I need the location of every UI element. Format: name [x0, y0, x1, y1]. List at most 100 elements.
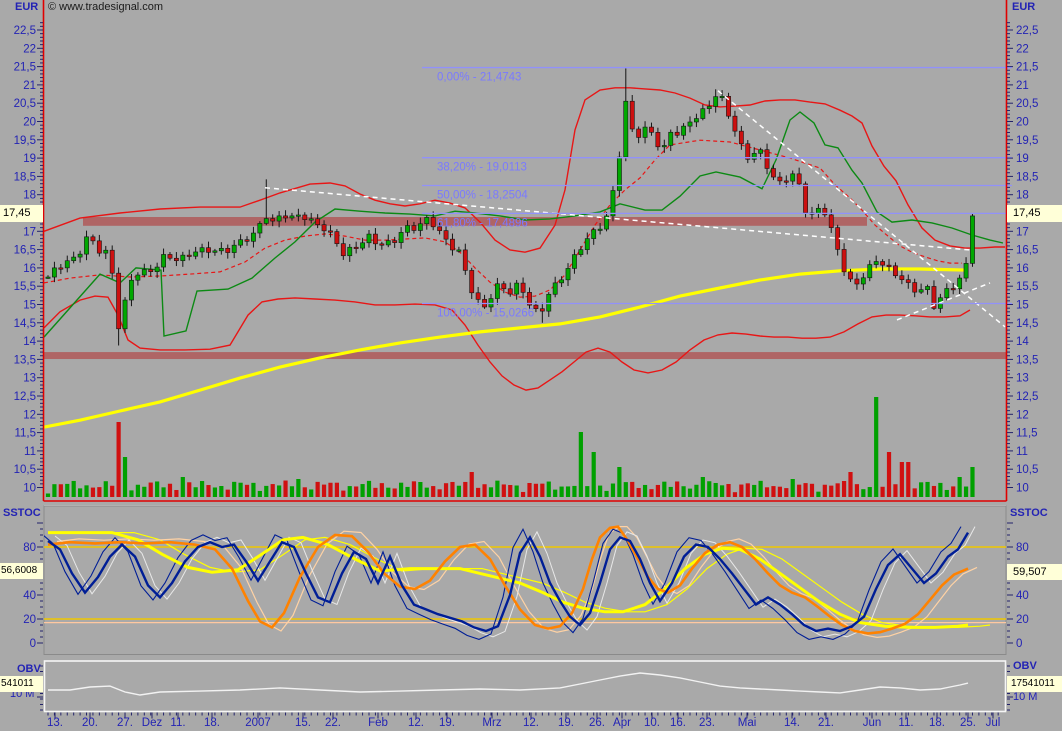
volume-bar — [823, 485, 827, 497]
volume-bar — [482, 484, 486, 497]
volume-bar — [200, 481, 204, 497]
volume-bar — [393, 488, 397, 497]
price-axis-label-left: 11,5 — [14, 428, 36, 440]
time-axis-label: 18. — [929, 717, 945, 729]
candle-body — [348, 247, 352, 256]
candle-body — [707, 106, 711, 108]
candle-body — [759, 150, 763, 154]
sstoc-axis-label-left: 0 — [30, 638, 36, 650]
sstoc-axis-label-right: 0 — [1016, 638, 1022, 650]
volume-bar — [425, 488, 429, 497]
candle-body — [720, 96, 724, 97]
volume-bar — [52, 484, 56, 497]
candle-body — [84, 237, 88, 254]
price-axis-label-right: 10,5 — [1016, 464, 1038, 476]
candle-body — [200, 248, 204, 252]
candle-body — [123, 300, 127, 329]
time-axis-label: 18. — [204, 717, 220, 729]
volume-bar — [881, 487, 885, 497]
volume-bar — [110, 486, 114, 497]
chart-canvas[interactable]: 0,00% - 21,474338,20% - 19,011350,00% - … — [0, 0, 1062, 731]
volume-bar — [515, 486, 519, 497]
volume-bar — [681, 486, 685, 497]
candle-body — [881, 262, 885, 266]
time-axis-label: 25. — [960, 717, 976, 729]
price-axis-label-left: 16,5 — [14, 245, 36, 257]
obv-plot-area[interactable] — [48, 673, 968, 695]
candle-body — [765, 150, 769, 169]
volume-bar — [643, 485, 647, 497]
volume-bar — [637, 488, 641, 497]
volume-bar — [341, 491, 345, 497]
candle-body — [386, 241, 390, 245]
volume-bar — [540, 484, 544, 497]
volume-bar — [354, 486, 358, 497]
trendline-dashed — [718, 91, 1005, 327]
price-axis-label-left: 12 — [23, 409, 36, 421]
volume-bar — [418, 482, 422, 497]
candle-body — [637, 129, 641, 137]
time-axis-label: Dez — [142, 717, 163, 729]
volume-bar — [669, 487, 673, 497]
candle-body — [553, 283, 557, 294]
time-axis-label: 21. — [818, 717, 834, 729]
volume-bar — [258, 491, 262, 497]
fibonacci-label: 50,00% - 18,2504 — [437, 190, 528, 202]
candle-body — [534, 305, 538, 309]
candle-body — [521, 283, 525, 292]
price-axis-label-left: 15,5 — [14, 281, 36, 293]
price-axis-label-left: 13,5 — [14, 354, 36, 366]
volume-bar — [759, 481, 763, 497]
trendline-dashed — [897, 283, 990, 320]
price-axis-label-left: 20,5 — [14, 98, 36, 110]
volume-bar — [784, 488, 788, 497]
candle-body — [219, 248, 223, 251]
volume-bar — [309, 489, 313, 497]
candle-body — [572, 255, 576, 269]
price-axis-label-left: 17 — [23, 226, 36, 238]
volume-bar — [335, 483, 339, 497]
sstoc-value-badge-left: 56,6008 — [0, 563, 43, 579]
volume-bar — [97, 487, 101, 497]
candle-body — [970, 216, 974, 263]
volume-bar — [502, 484, 506, 497]
volume-bar — [444, 483, 448, 497]
volume-bar — [694, 485, 698, 497]
candle-body — [239, 240, 243, 246]
current-price-badge-right: 17,45 — [1007, 205, 1062, 222]
volume-bar — [675, 481, 679, 497]
obv-value-badge-right: 17541011 — [1007, 676, 1062, 692]
candle-body — [129, 280, 133, 300]
volume-bar — [316, 482, 320, 497]
volume-bar — [283, 481, 287, 497]
volume-bar — [399, 483, 403, 497]
volume-bar — [778, 487, 782, 497]
candle-body — [694, 119, 698, 122]
candle-body — [624, 101, 628, 157]
candle-body — [46, 277, 50, 278]
time-axis-label: 13. — [47, 717, 63, 729]
price-axis-label-right: 14 — [1016, 336, 1029, 348]
time-axis-label: Mai — [738, 717, 757, 729]
candle-body — [560, 280, 564, 283]
volume-bar — [219, 486, 223, 497]
time-axis-label: Apr — [613, 717, 631, 729]
candle-body — [72, 257, 76, 261]
volume-bar — [803, 483, 807, 497]
volume-bar — [527, 483, 531, 497]
candle-body — [784, 181, 788, 182]
price-plot-area[interactable] — [44, 68, 1007, 497]
price-axis-label-right: 10 — [1016, 483, 1029, 495]
price-axis-label-right: 22,5 — [1016, 25, 1038, 37]
candle-body — [733, 116, 737, 131]
volume-bar — [271, 484, 275, 497]
time-axis-label: 20. — [82, 717, 98, 729]
volume-bar — [752, 485, 756, 497]
sstoc-plot-area[interactable] — [41, 527, 1006, 640]
time-axis-label: 2007 — [245, 717, 271, 729]
volume-bar — [919, 482, 923, 497]
candle-body — [373, 234, 377, 244]
sstoc-value-badge-right: 59,507 — [1007, 564, 1062, 580]
volume-bar — [842, 481, 846, 497]
candle-body — [52, 268, 56, 277]
